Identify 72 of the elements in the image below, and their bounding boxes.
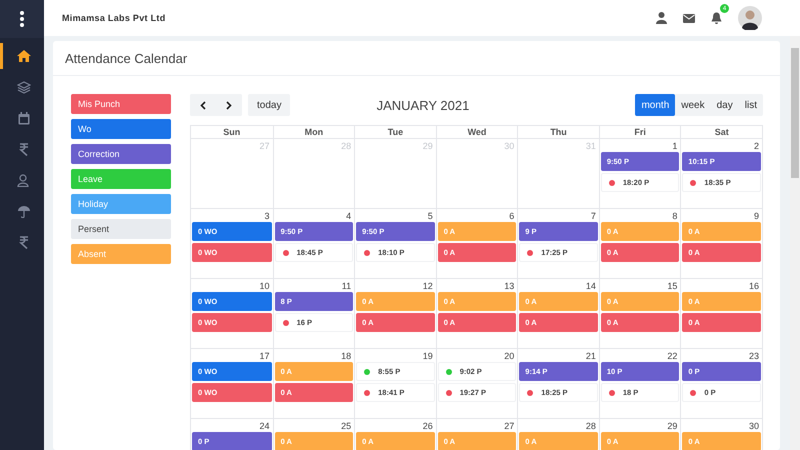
legend-label: Correction xyxy=(71,144,171,164)
today-button[interactable]: today xyxy=(248,94,290,116)
chevron-left-icon xyxy=(200,100,206,110)
layers-icon xyxy=(16,80,30,94)
umbrella-icon xyxy=(16,204,30,218)
legend-label: Absent xyxy=(71,244,171,264)
day-number: 30 xyxy=(748,420,760,432)
legend-label: Mis Punch xyxy=(71,94,171,114)
day-number: 13 xyxy=(503,280,516,292)
rupee-icon xyxy=(18,236,28,248)
day-number: 11 xyxy=(340,280,352,292)
rupee-icon xyxy=(18,142,28,156)
day-number: 4 xyxy=(345,210,352,222)
day-number: 8 xyxy=(671,210,678,222)
day-number: 12 xyxy=(422,280,434,292)
weekday-header: Sun xyxy=(191,126,273,139)
view-tab[interactable]: week xyxy=(675,94,711,116)
bell-icon[interactable] xyxy=(711,12,722,24)
user-icon xyxy=(16,174,30,186)
day-number: 22 xyxy=(666,350,678,362)
day-number: 24 xyxy=(258,420,271,432)
legend-label: Wo xyxy=(71,119,171,139)
day-number: 3 xyxy=(264,210,271,222)
day-number: 15 xyxy=(666,280,678,292)
day-number: 2 xyxy=(752,140,760,152)
weekday-header: Fri xyxy=(598,126,680,139)
weekday-header: Mon xyxy=(272,126,354,139)
view-tab[interactable]: day xyxy=(710,94,739,116)
user-icon[interactable] xyxy=(656,12,667,24)
day-number: 30 xyxy=(503,140,516,152)
day-number: 5 xyxy=(426,210,434,222)
day-number: 1 xyxy=(671,140,678,152)
mail-icon[interactable] xyxy=(683,14,695,22)
legend-label: Leave xyxy=(71,169,171,189)
day-number: 26 xyxy=(422,420,434,432)
view-tab[interactable]: list xyxy=(738,94,763,116)
day-number: 7 xyxy=(590,210,597,222)
weekday-header: Tue xyxy=(354,126,436,139)
day-number: 20 xyxy=(503,350,516,362)
chevron-right-icon xyxy=(226,100,232,110)
calendar-title: JANUARY 2021 xyxy=(376,98,470,112)
weekday-header: Wed xyxy=(436,126,518,139)
day-number: 10 xyxy=(258,280,271,292)
day-number: 9 xyxy=(752,210,760,222)
day-number: 21 xyxy=(584,350,597,362)
page-title: Attendance Calendar xyxy=(53,41,780,76)
day-number: 19 xyxy=(422,350,434,362)
day-number: 17 xyxy=(258,350,271,362)
day-number: 6 xyxy=(508,210,516,222)
home-icon xyxy=(16,50,30,62)
day-number: 29 xyxy=(666,420,678,432)
weekday-header: Sat xyxy=(680,126,762,139)
day-number: 31 xyxy=(584,140,597,152)
day-number: 23 xyxy=(748,350,760,362)
day-number: 14 xyxy=(584,280,597,292)
day-number: 27 xyxy=(258,140,271,152)
avatar[interactable] xyxy=(738,6,762,30)
calendar-icon xyxy=(18,112,30,124)
legend-label: Persent xyxy=(71,219,171,239)
day-number: 29 xyxy=(422,140,434,152)
day-number: 27 xyxy=(503,420,516,432)
scrollbar[interactable] xyxy=(790,36,800,450)
day-number: 25 xyxy=(340,420,352,432)
weekday-header: Thu xyxy=(517,126,599,139)
company-name: Mimamsa Labs Pvt Ltd xyxy=(62,13,166,23)
legend-label: Holiday xyxy=(71,194,171,214)
day-number: 28 xyxy=(340,140,352,152)
day-number: 16 xyxy=(748,280,760,292)
view-tab[interactable]: month xyxy=(635,94,676,116)
menu-icon[interactable] xyxy=(19,11,25,27)
day-number: 18 xyxy=(340,350,352,362)
day-number: 28 xyxy=(584,420,597,432)
